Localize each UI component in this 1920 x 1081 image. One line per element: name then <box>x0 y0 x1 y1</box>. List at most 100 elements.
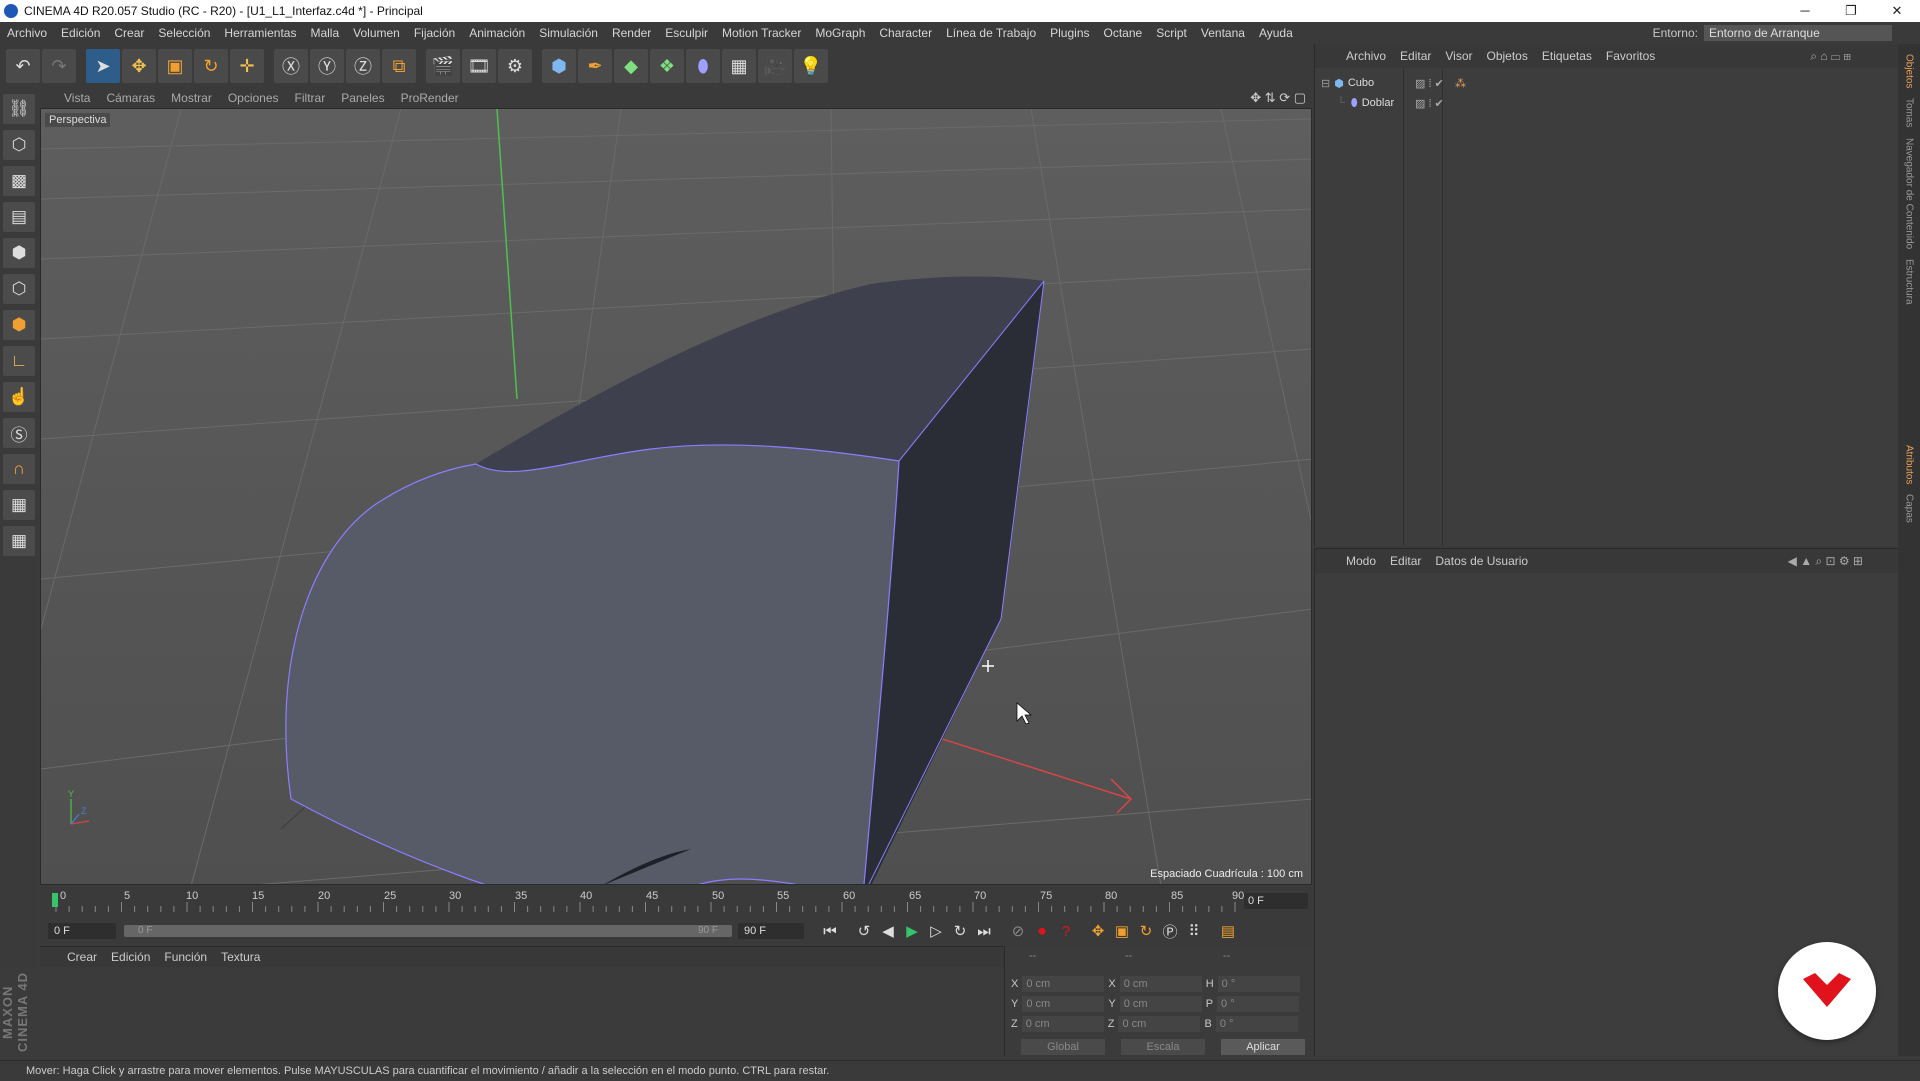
phong-tag-icon[interactable]: ⁂ <box>1455 77 1466 90</box>
material-menu-textura[interactable]: Textura <box>214 950 267 964</box>
floor-scene-icon[interactable]: ▦ <box>722 49 756 83</box>
environment-dropdown[interactable]: Entorno de Arranque <box>1704 25 1892 41</box>
menu-edicion[interactable]: Edición <box>54 26 107 40</box>
viewport-menu-mostrar[interactable]: Mostrar <box>163 91 220 105</box>
apply-button[interactable]: Aplicar <box>1221 1039 1305 1055</box>
close-button[interactable]: ✕ <box>1874 0 1920 22</box>
menu-script[interactable]: Script <box>1149 26 1194 40</box>
frame-ruler[interactable]: 0 5 10 15 20 25 30 35 40 45 50 55 60 65 … <box>52 890 1244 912</box>
size-y-field[interactable]: 0 cm <box>1119 996 1202 1012</box>
polygons-mode-icon[interactable]: ⬢ <box>3 310 35 340</box>
position-x-field[interactable]: 0 cm <box>1022 976 1105 992</box>
minimize-button[interactable]: ─ <box>1782 0 1828 22</box>
next-keyframe-icon[interactable]: ↻ <box>948 920 972 942</box>
menu-mograph[interactable]: MoGraph <box>808 26 872 40</box>
texture-mode-icon[interactable]: ▩ <box>3 166 35 196</box>
attribute-menu-editar[interactable]: Editar <box>1383 554 1428 568</box>
tab-objetos[interactable]: Objetos <box>1904 54 1915 88</box>
menu-animacion[interactable]: Animación <box>462 26 532 40</box>
redo-icon[interactable]: ↷ <box>42 49 76 83</box>
y-axis-lock-icon[interactable]: Ⓨ <box>310 49 344 83</box>
move-tool-icon[interactable]: ✥ <box>122 49 156 83</box>
pen-spline-icon[interactable]: ✒ <box>578 49 612 83</box>
menu-ayuda[interactable]: Ayuda <box>1252 26 1300 40</box>
material-menu-edicion[interactable]: Edición <box>104 950 157 964</box>
cube-object-icon[interactable]: ⬢ <box>542 49 576 83</box>
perspective-viewport[interactable]: Y Z Perspectiva Espaciado Cuadrícula : 1… <box>40 108 1312 885</box>
x-axis-lock-icon[interactable]: Ⓧ <box>274 49 308 83</box>
undo-icon[interactable]: ↶ <box>6 49 40 83</box>
rotate-tool-icon[interactable]: ↻ <box>194 49 228 83</box>
menu-plugins[interactable]: Plugins <box>1043 26 1096 40</box>
camera-icon[interactable]: 🎥 <box>758 49 792 83</box>
object-menu-editar[interactable]: Editar <box>1393 49 1438 63</box>
viewport-menu-paneles[interactable]: Paneles <box>333 91 392 105</box>
rotation-p-field[interactable]: 0 ° <box>1217 996 1300 1012</box>
z-axis-lock-icon[interactable]: Ⓩ <box>346 49 380 83</box>
object-menu-objetos[interactable]: Objetos <box>1480 49 1535 63</box>
timeline-ruler[interactable]: 0 5 10 15 20 25 30 35 40 45 50 55 60 65 … <box>40 886 1312 916</box>
make-editable-icon[interactable]: ⛓ <box>3 94 35 124</box>
menu-render[interactable]: Render <box>605 26 658 40</box>
record-active-icon[interactable]: ⊘ <box>1006 920 1030 942</box>
object-menu-archivo[interactable]: Archivo <box>1339 49 1393 63</box>
object-name[interactable]: Doblar <box>1362 97 1394 109</box>
render-view-icon[interactable]: 🎬 <box>426 49 460 83</box>
tab-atributos[interactable]: Atributos <box>1904 445 1915 484</box>
tweak-mode-icon[interactable]: ☝ <box>3 382 35 412</box>
menu-fijacion[interactable]: Fijación <box>407 26 462 40</box>
restore-button[interactable]: ❐ <box>1828 0 1874 22</box>
rotation-b-field[interactable]: 0 ° <box>1215 1016 1298 1032</box>
select-tool-icon[interactable]: ➤ <box>86 49 120 83</box>
floating-logo-badge[interactable] <box>1778 942 1876 1040</box>
attribute-menu-datos-de-usuario[interactable]: Datos de Usuario <box>1428 554 1535 568</box>
menu-octane[interactable]: Octane <box>1097 26 1150 40</box>
subdivision-surface-icon[interactable]: ◆ <box>614 49 648 83</box>
menu-linea-de-trabajo[interactable]: Línea de Trabajo <box>939 26 1043 40</box>
visibility-toggle-icon[interactable]: ▨ ⁞ ✔ <box>1415 77 1444 90</box>
timeline-window-icon[interactable]: ▤ <box>1216 920 1240 942</box>
axis-mode-icon[interactable]: ∟ <box>3 346 35 376</box>
previous-keyframe-icon[interactable]: ↺ <box>852 920 876 942</box>
render-picture-viewer-icon[interactable]: 🎞 <box>462 49 496 83</box>
planar-workplane-icon[interactable]: ▦ <box>3 526 35 556</box>
menu-simulacion[interactable]: Simulación <box>532 26 605 40</box>
object-menu-visor[interactable]: Visor <box>1438 49 1479 63</box>
key-rotation-icon[interactable]: ↻ <box>1134 920 1158 942</box>
playhead-marker[interactable] <box>52 893 58 907</box>
menu-malla[interactable]: Malla <box>303 26 346 40</box>
menu-motion-tracker[interactable]: Motion Tracker <box>715 26 808 40</box>
viewport-menu-vista[interactable]: Vista <box>56 91 98 105</box>
light-icon[interactable]: 💡 <box>794 49 828 83</box>
menu-ventana[interactable]: Ventana <box>1194 26 1252 40</box>
viewport-menu-filtrar[interactable]: Filtrar <box>287 91 334 105</box>
current-frame-field[interactable]: 0 F <box>1244 893 1308 909</box>
tab-tomas[interactable]: Tomas <box>1904 98 1915 127</box>
bent-cube-front-face[interactable] <box>285 444 900 885</box>
go-to-start-icon[interactable]: ⏮ <box>818 920 842 942</box>
render-settings-icon[interactable]: ⚙ <box>498 49 532 83</box>
menu-herramientas[interactable]: Herramientas <box>217 26 303 40</box>
transform-tool-icon[interactable]: ✛ <box>230 49 264 83</box>
object-menu-etiquetas[interactable]: Etiquetas <box>1535 49 1599 63</box>
workplane-mode-icon[interactable]: ▤ <box>3 202 35 232</box>
cloner-icon[interactable]: ❖ <box>650 49 684 83</box>
visibility-toggle-icon[interactable]: ▨ ⁞ ✔ <box>1415 97 1444 110</box>
object-row-doblar[interactable]: └ ⬮ Doblar ▨ ⁞ ✔ <box>1337 94 1877 112</box>
coordinate-system-icon[interactable]: ⧉ <box>382 49 416 83</box>
next-frame-icon[interactable]: ▷ <box>924 920 948 942</box>
edges-mode-icon[interactable]: ⬡ <box>3 274 35 304</box>
autokey-icon[interactable]: ⏺ <box>1030 920 1054 942</box>
object-manager-search-icon[interactable]: ⌕ ⌂ ▭ ⊞ <box>1803 49 1858 64</box>
play-icon[interactable]: ▶ <box>900 920 924 942</box>
tab-navegador-de-contenido[interactable]: Navegador de Contenido <box>1904 138 1915 249</box>
expand-icon[interactable]: ⊟ <box>1321 77 1330 90</box>
attribute-menu-modo[interactable]: Modo <box>1339 554 1383 568</box>
key-position-icon[interactable]: ✥ <box>1086 920 1110 942</box>
viewport-menu-prorender[interactable]: ProRender <box>393 91 467 105</box>
size-x-field[interactable]: 0 cm <box>1119 976 1202 992</box>
points-mode-icon[interactable]: ⬢ <box>3 238 35 268</box>
go-to-end-icon[interactable]: ⏭ <box>972 920 996 942</box>
menu-volumen[interactable]: Volumen <box>346 26 407 40</box>
position-z-field[interactable]: 0 cm <box>1021 1016 1104 1032</box>
